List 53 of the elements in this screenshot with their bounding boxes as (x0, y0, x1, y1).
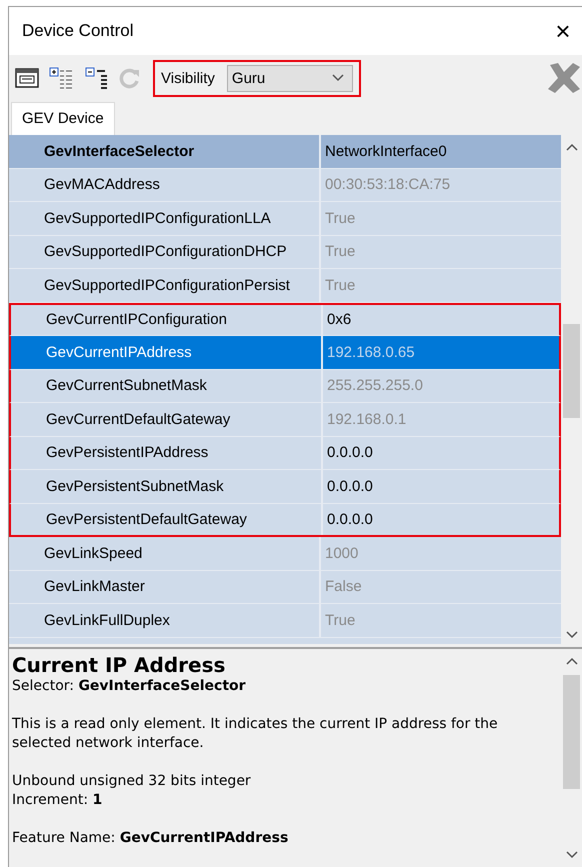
scroll-up-icon[interactable] (566, 657, 578, 665)
property-row[interactable]: GevCurrentDefaultGateway 192.168.0.1 (9, 403, 562, 436)
property-value: 192.168.0.1 (326, 410, 408, 430)
window-title: Device Control (22, 21, 134, 41)
description-text: This is a read only element. It indicates the current IP address for the selected network interface. (12, 715, 499, 753)
visibility-label: Visibility (161, 70, 215, 86)
property-row[interactable]: GevSupportedIPConfigurationLLA True (9, 202, 562, 236)
property-value: 0x6 (326, 310, 352, 330)
property-row[interactable]: GevLinkSpeed 1000 (9, 537, 562, 570)
property-row[interactable]: GevPersistentSubnetMask 0.0.0.0 (9, 470, 562, 504)
description-text: Selector: GevInterfaceSelector (12, 677, 247, 696)
close-button[interactable]: × (550, 18, 576, 44)
close-icon[interactable] (546, 61, 582, 95)
property-value: False (324, 577, 363, 598)
property-value: 192.168.0.65 (326, 342, 416, 363)
scroll-down-icon[interactable] (566, 851, 578, 859)
property-row[interactable]: GevSupportedIPConfigurationDHCP True (9, 236, 562, 269)
window-icon[interactable] (15, 68, 39, 88)
property-value: True (324, 276, 356, 296)
property-value: 0.0.0.0 (326, 476, 374, 497)
property-row[interactable]: GevPersistentDefaultGateway 0.0.0.0 (9, 504, 562, 537)
description-text: Increment: 1 (12, 791, 104, 810)
caret-icon (332, 74, 344, 82)
visibility-dropdown[interactable]: Guru (226, 64, 353, 92)
property-value: 1000 (324, 544, 360, 564)
description-title: Current IP Address (12, 653, 226, 677)
scroll-up-icon[interactable] (566, 143, 578, 151)
property-value: 00:30:53:18:CA:75 (324, 175, 452, 196)
property-row[interactable]: GevCurrentSubnetMask 255.255.255.0 (9, 370, 562, 403)
description-text: Unbound unsigned 32 bits integer (12, 772, 252, 791)
property-value: 0.0.0.0 (326, 443, 374, 464)
scroll-down-icon[interactable] (566, 631, 578, 639)
property-value: True (324, 610, 356, 631)
tab[interactable]: GEV Device (11, 102, 115, 135)
expand-all-icon[interactable] (49, 67, 75, 89)
property-row[interactable]: GevCurrentIPConfiguration 0x6 (9, 302, 562, 336)
property-value: True (324, 208, 356, 229)
property-row[interactable]: GevLinkFullDuplex True (9, 604, 562, 638)
property-name: GevPersistentDefaultGateway (11, 504, 323, 535)
collapse-all-icon[interactable] (85, 67, 109, 89)
scrollbar-thumb[interactable] (563, 675, 580, 789)
property-row[interactable]: GevLinkMaster False (9, 570, 562, 604)
property-value: 255.255.255.0 (326, 376, 424, 396)
scrollbar-thumb[interactable] (563, 324, 580, 418)
property-value: 0.0.0.0 (326, 510, 374, 530)
property-value: True (324, 242, 356, 262)
description-text: Feature Name: GevCurrentIPAddress (12, 829, 290, 848)
property-row[interactable]: GevInterfaceSelector NetworkInterface0 (9, 135, 562, 168)
property-value: NetworkInterface0 (324, 142, 448, 162)
property-row[interactable]: GevCurrentIPAddress 192.168.0.65 (9, 336, 562, 370)
property-row[interactable]: GevMACAddress 00:30:53:18:CA:75 (9, 168, 562, 202)
property-row[interactable]: GevSupportedIPConfigurationPersist True (9, 269, 562, 302)
property-row[interactable]: GevPersistentIPAddress 0.0.0.0 (9, 436, 562, 470)
